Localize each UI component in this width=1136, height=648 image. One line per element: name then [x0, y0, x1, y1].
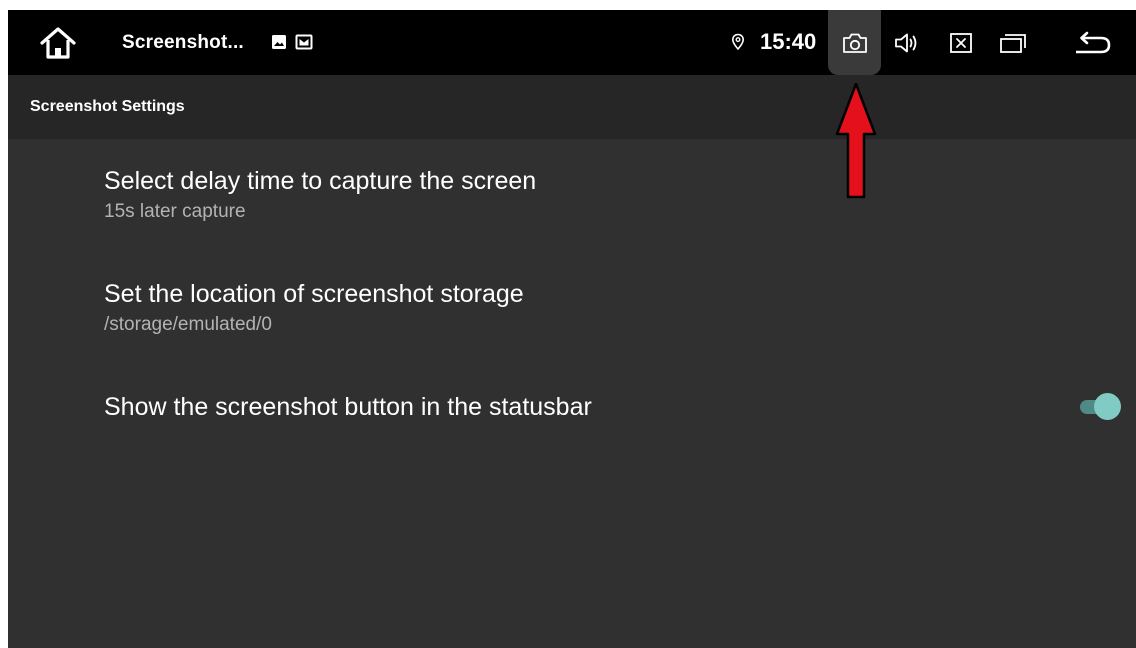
screenshot-button[interactable] [840, 30, 870, 56]
volume-icon [895, 33, 917, 53]
setting-summary: 15s later capture [104, 201, 246, 222]
setting-storage-location[interactable]: Set the location of screenshot storage /… [104, 279, 524, 337]
setting-title: Show the screenshot button in the status… [104, 393, 592, 421]
close-box-icon [950, 33, 972, 53]
red-arrow-icon [834, 82, 878, 200]
home-icon [40, 27, 76, 59]
toggle-thumb [1094, 393, 1121, 420]
recents-button[interactable] [998, 30, 1028, 56]
gallery-notification-icon [294, 32, 314, 52]
setting-title: Set the location of screenshot storage [104, 280, 524, 308]
setting-delay-time[interactable]: Select delay time to capture the screen … [104, 166, 536, 224]
image-notification-icon [270, 33, 288, 51]
statusbar-button-toggle[interactable] [1080, 392, 1124, 420]
home-button[interactable] [38, 24, 78, 62]
volume-button[interactable] [892, 30, 922, 56]
setting-show-statusbar-button[interactable]: Show the screenshot button in the status… [104, 392, 592, 422]
setting-title: Select delay time to capture the screen [104, 167, 537, 195]
recents-icon [1000, 34, 1026, 53]
status-bar: Screenshot... 15:40 [8, 10, 1136, 75]
clock: 15:40 [760, 29, 817, 54]
close-app-button[interactable] [947, 30, 975, 56]
setting-summary: /storage/emulated/0 [104, 314, 272, 335]
screen: Screenshot... 15:40 Screenshot Settings … [8, 10, 1136, 648]
camera-icon [843, 33, 867, 53]
app-title: Screenshot... [122, 32, 244, 53]
toolbar: Screenshot Settings [8, 75, 1136, 139]
location-pin-icon [729, 32, 747, 52]
page-title: Screenshot Settings [30, 98, 185, 115]
back-button[interactable] [1073, 28, 1113, 58]
back-arrow-icon [1076, 31, 1111, 54]
